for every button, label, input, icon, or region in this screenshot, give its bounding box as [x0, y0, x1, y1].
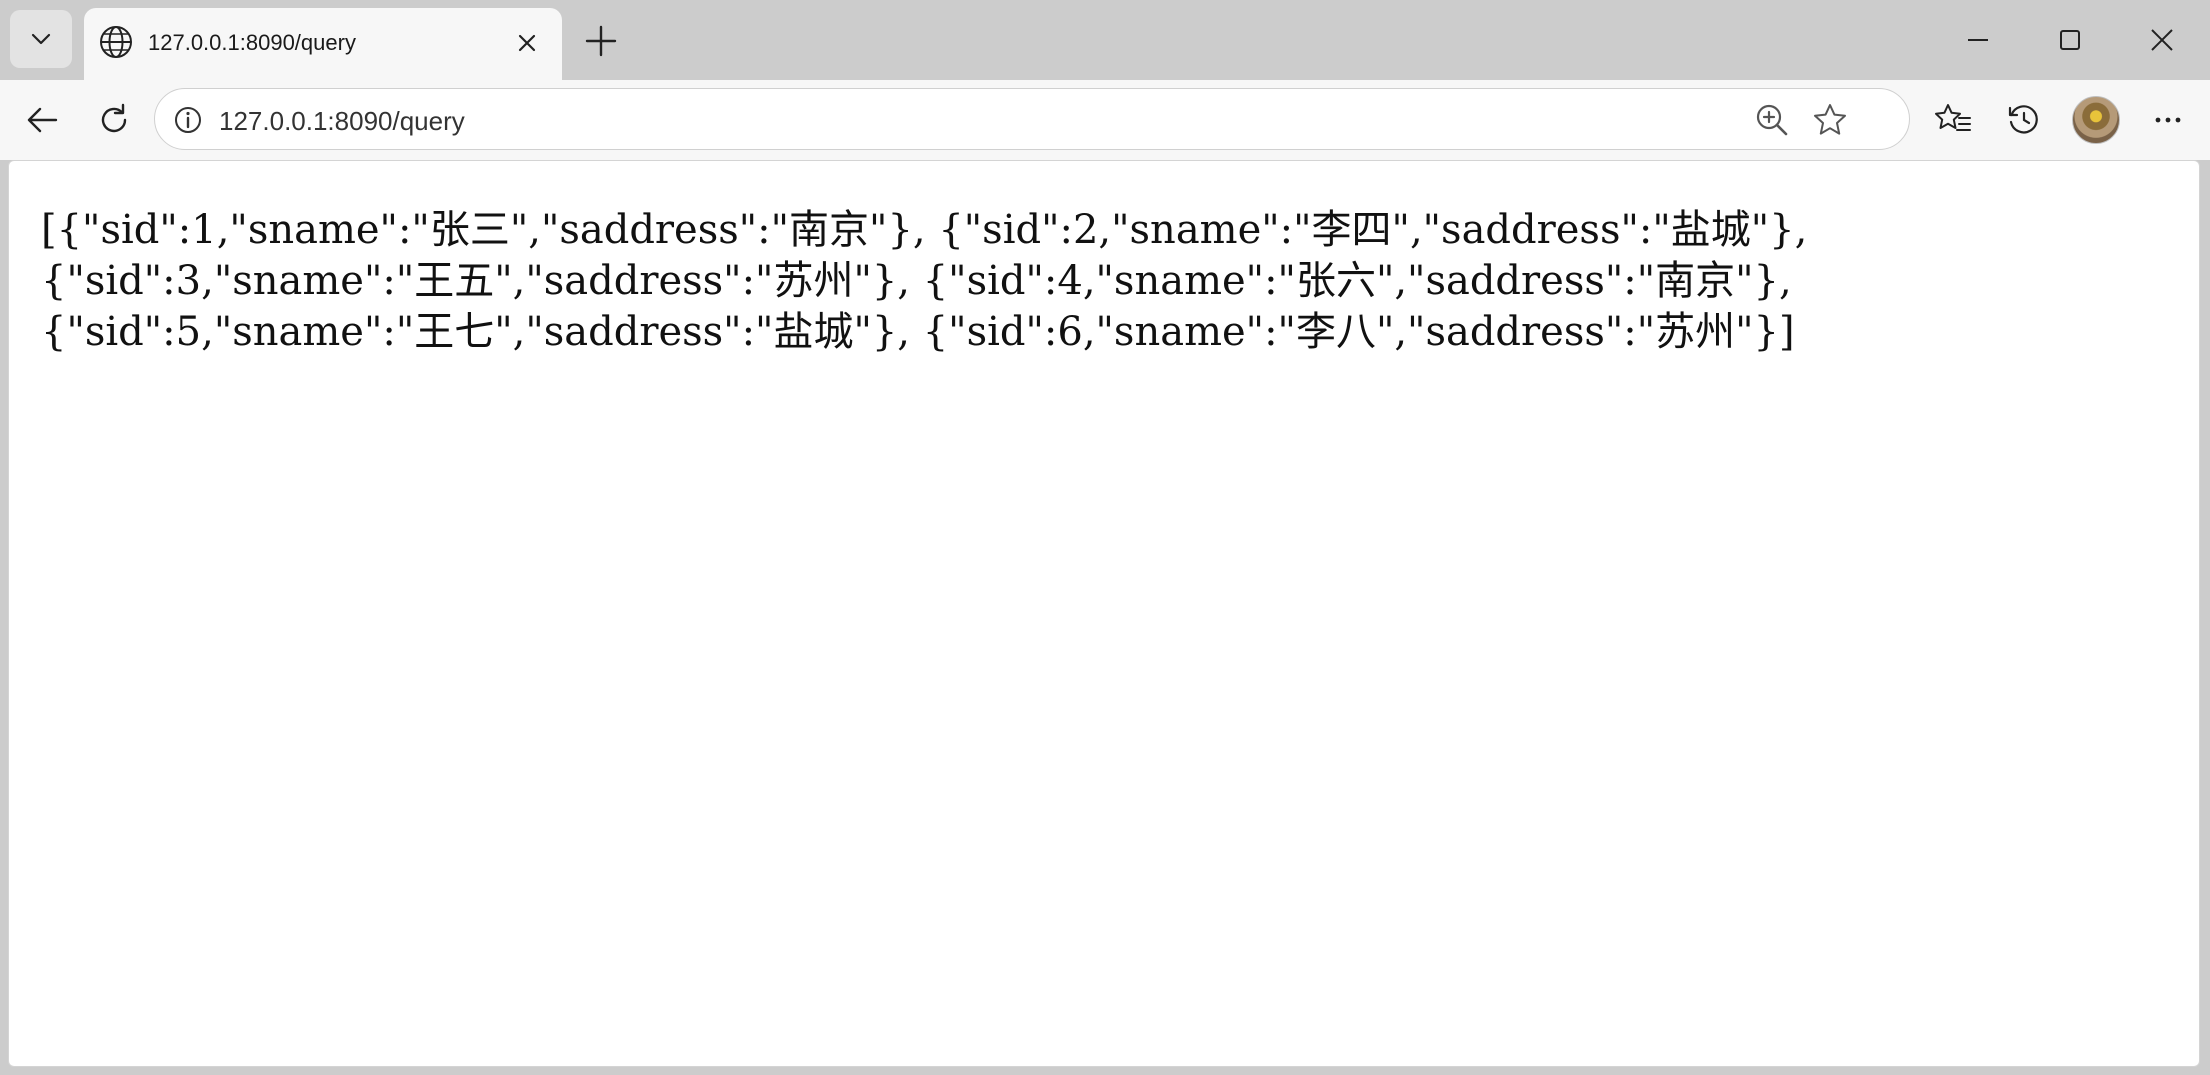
- address-bar[interactable]: 127.0.0.1:8090/query: [154, 88, 1910, 150]
- plus-icon: [585, 25, 617, 57]
- history-button[interactable]: [1996, 92, 2052, 148]
- tab-close-button[interactable]: [510, 26, 544, 60]
- history-icon: [2008, 105, 2038, 134]
- back-button[interactable]: [14, 92, 70, 148]
- json-response-text: [{"sid":1,"sname":"张三","saddress":"南京"},…: [41, 207, 1821, 355]
- refresh-icon: [101, 103, 127, 133]
- minimize-button[interactable]: [1948, 12, 2008, 68]
- profile-avatar[interactable]: [2072, 96, 2120, 144]
- active-tab[interactable]: 127.0.0.1:8090/query: [84, 8, 562, 80]
- maximize-icon: [2060, 30, 2080, 50]
- more-options-icon: [2155, 117, 2181, 123]
- navigation-toolbar: 127.0.0.1:8090/query: [0, 80, 2210, 160]
- favorites-icon: [1935, 104, 1971, 131]
- tab-title: 127.0.0.1:8090/query: [148, 30, 356, 55]
- favorite-star-icon[interactable]: [1809, 99, 1851, 141]
- chevron-down-icon: [31, 33, 51, 45]
- page-content: [{"sid":1,"sname":"张三","saddress":"南京"},…: [8, 160, 2200, 1067]
- globe-icon: [96, 22, 136, 62]
- tab-list-button[interactable]: [10, 10, 72, 68]
- favorites-button[interactable]: [1925, 92, 1981, 148]
- url-text[interactable]: 127.0.0.1:8090/query: [219, 106, 465, 137]
- new-tab-button[interactable]: [578, 18, 624, 64]
- close-icon: [518, 34, 536, 52]
- more-menu-button[interactable]: [2140, 92, 2196, 148]
- refresh-button[interactable]: [86, 92, 142, 148]
- minimize-icon: [1968, 39, 1988, 41]
- site-info-icon[interactable]: [171, 103, 205, 137]
- close-icon: [2151, 29, 2173, 51]
- close-window-button[interactable]: [2132, 12, 2192, 68]
- maximize-button[interactable]: [2040, 12, 2100, 68]
- zoom-icon[interactable]: [1751, 99, 1793, 141]
- title-bar: 127.0.0.1:8090/query: [0, 0, 2210, 80]
- back-arrow-icon: [27, 107, 58, 133]
